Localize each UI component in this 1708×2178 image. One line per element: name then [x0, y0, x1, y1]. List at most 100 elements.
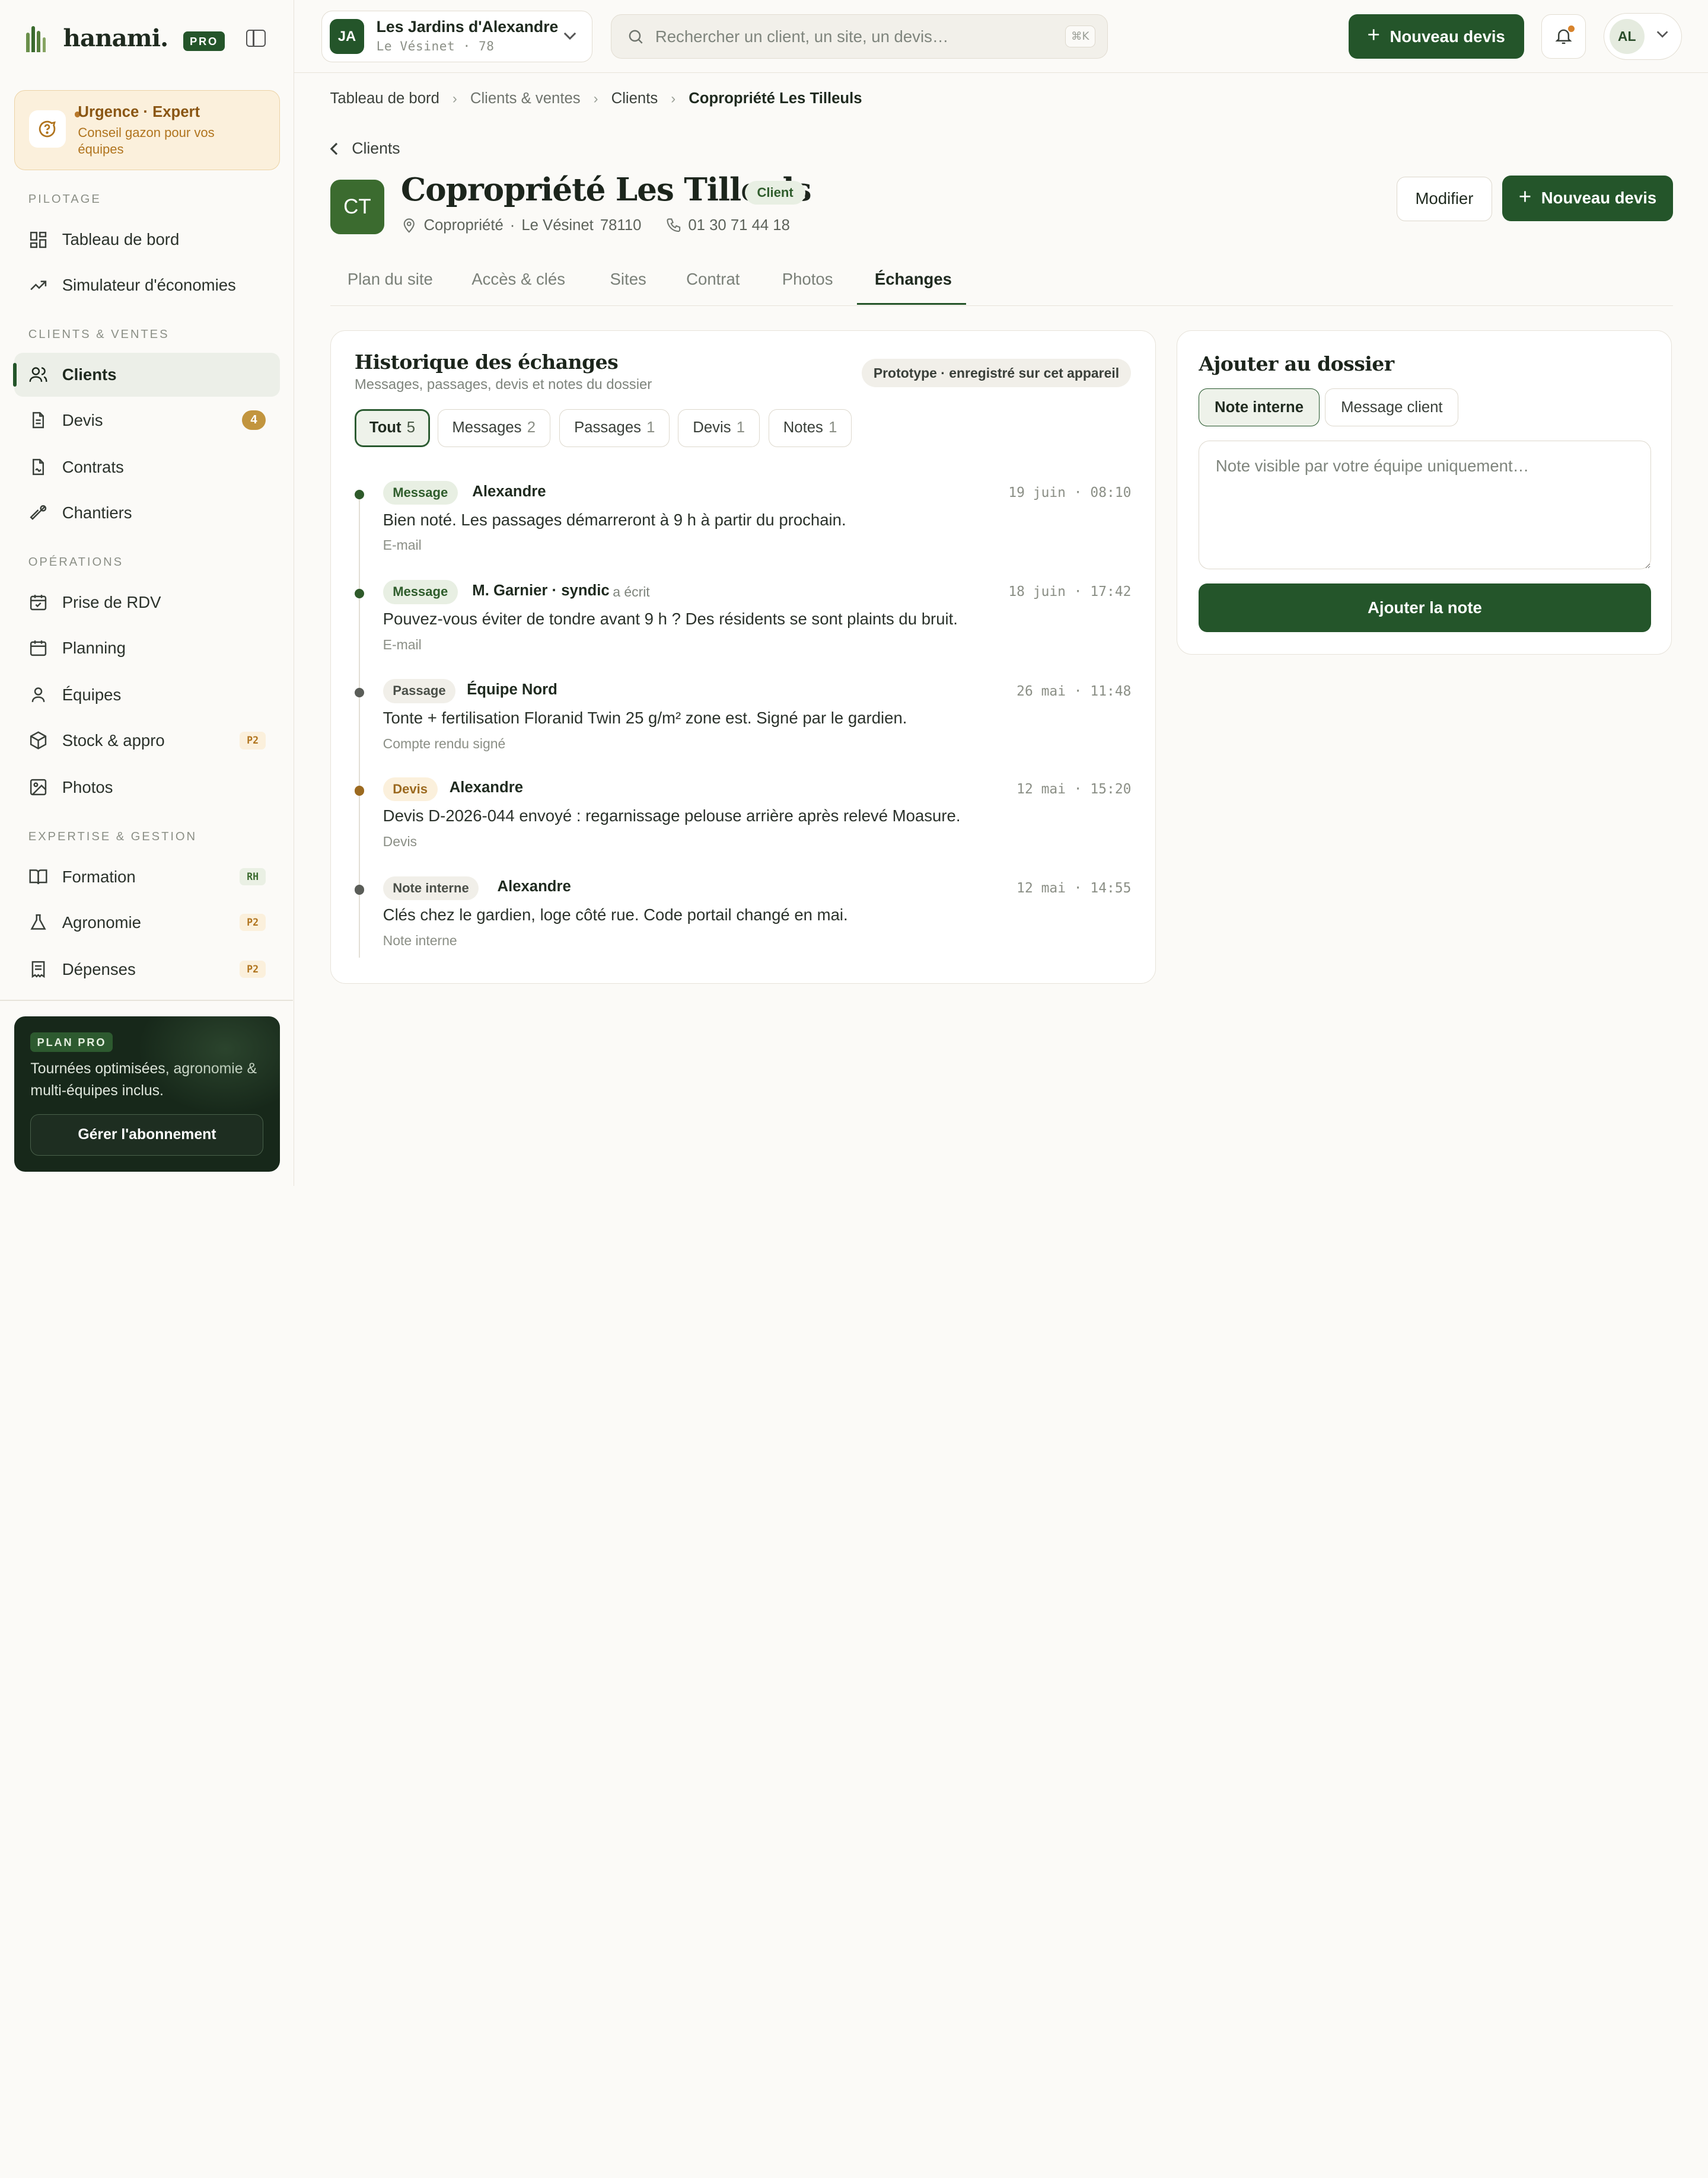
- sidebar-item-chantiers[interactable]: Chantiers: [14, 491, 280, 534]
- entry-type-badge: Passage: [383, 679, 456, 703]
- entry-source: Devis: [383, 834, 418, 850]
- filter-count: 5: [406, 419, 416, 436]
- notifications-button[interactable]: [1541, 14, 1586, 59]
- urgent-subtitle: Conseil gazon pour vos équipes: [78, 125, 215, 157]
- image-icon: [30, 779, 46, 796]
- filter-label: Devis: [693, 419, 731, 436]
- timeline-dot: [354, 588, 365, 599]
- client-tabs: Plan du site Accès & clés Sites Contrat …: [330, 257, 1674, 307]
- back-label: Clients: [352, 139, 400, 158]
- tab-acces-cles[interactable]: Accès & clés: [471, 270, 565, 289]
- breadcrumb-clients-ventes[interactable]: Clients & ventes: [470, 90, 581, 107]
- plus-icon: +: [1367, 23, 1380, 47]
- sidebar-item-label: Photos: [62, 777, 113, 796]
- segment-internal-note[interactable]: Note interne: [1199, 388, 1320, 427]
- chevron-left-icon: [330, 142, 337, 155]
- breadcrumb: Tableau de bord › Clients & ventes › Cli…: [330, 90, 862, 107]
- tab-plan-du-site[interactable]: Plan du site: [348, 270, 433, 289]
- box-icon: [30, 731, 46, 750]
- global-search[interactable]: ⌘K: [611, 14, 1108, 59]
- client-new-quote-label: Nouveau devis: [1541, 189, 1657, 208]
- search-input[interactable]: [655, 24, 1059, 49]
- topbar-new-quote-label: Nouveau devis: [1390, 27, 1505, 46]
- depenses-phase-tag: P2: [240, 960, 266, 978]
- filter-devis[interactable]: Devis 1: [678, 409, 760, 448]
- filter-passages[interactable]: Passages 1: [559, 409, 670, 448]
- sidebar-item-stock[interactable]: Stock & appro P2: [14, 719, 280, 762]
- chevron-down-icon: [564, 33, 576, 40]
- sidebar-item-photos[interactable]: Photos: [14, 766, 280, 809]
- sidebar-item-simulator[interactable]: Simulateur d'économies: [14, 263, 280, 307]
- timeline-entry: Message M. Garnier · syndic a écrit 18 j…: [331, 580, 1155, 667]
- sidebar-item-planning[interactable]: Planning: [14, 626, 280, 669]
- history-subtitle: Messages, passages, devis et notes du do…: [354, 376, 652, 393]
- search-shortcut: ⌘K: [1065, 25, 1095, 47]
- entry-author: Alexandre: [472, 483, 546, 500]
- segment-client-message[interactable]: Message client: [1325, 388, 1459, 427]
- chevron-right-icon: ›: [452, 90, 457, 107]
- filter-count: 1: [736, 419, 745, 436]
- add-note-button[interactable]: Ajouter la note: [1199, 583, 1651, 633]
- history-card: Historique des échanges Messages, passag…: [330, 330, 1156, 984]
- sidebar-item-label: Simulateur d'économies: [62, 276, 236, 295]
- manage-subscription-button[interactable]: Gérer l'abonnement: [30, 1114, 264, 1156]
- sidebar-item-depenses[interactable]: Dépenses P2: [14, 948, 280, 991]
- filter-messages[interactable]: Messages 2: [437, 409, 550, 448]
- timeline-entry: Devis Alexandre 12 mai · 15:20 Devis D-2…: [331, 777, 1155, 865]
- chevron-right-icon: ›: [593, 90, 598, 107]
- tab-contrat[interactable]: Contrat: [686, 270, 740, 289]
- add-title: Ajouter au dossier: [1199, 352, 1394, 376]
- filter-label: Messages: [452, 419, 522, 436]
- filter-notes[interactable]: Notes 1: [768, 409, 852, 448]
- sidebar-item-dashboard[interactable]: Tableau de bord: [14, 218, 280, 261]
- entry-time: 12 mai · 15:20: [1016, 781, 1132, 797]
- note-textarea[interactable]: [1199, 441, 1651, 569]
- history-title: Historique des échanges: [354, 350, 619, 374]
- back-to-clients-link[interactable]: Clients: [330, 139, 400, 158]
- edit-client-button[interactable]: Modifier: [1396, 176, 1493, 221]
- section-label-pilotage: PILOTAGE: [28, 193, 101, 206]
- brand[interactable]: hanami. PRO: [24, 24, 225, 52]
- tab-photos[interactable]: Photos: [782, 270, 833, 289]
- client-city: Le Vésinet: [521, 216, 594, 234]
- status-badge: Client: [745, 180, 805, 205]
- sidebar-item-contrats[interactable]: Contrats: [14, 445, 280, 489]
- client-new-quote-button[interactable]: + Nouveau devis: [1502, 175, 1674, 221]
- sidebar-item-agronomie[interactable]: Agronomie P2: [14, 901, 280, 944]
- org-avatar: JA: [329, 19, 365, 54]
- user-menu[interactable]: AL: [1603, 13, 1682, 60]
- breadcrumb-clients[interactable]: Clients: [611, 90, 658, 107]
- stock-phase-tag: P2: [240, 732, 266, 750]
- sidebar-item-devis[interactable]: Devis 4: [14, 398, 280, 442]
- formation-tag: RH: [240, 868, 266, 886]
- avatar: AL: [1609, 19, 1645, 54]
- tab-echanges[interactable]: Échanges: [875, 270, 952, 289]
- sidebar-collapse-icon[interactable]: [246, 29, 266, 47]
- calendar-icon: [30, 640, 46, 656]
- entry-author: Alexandre: [497, 878, 571, 895]
- tab-sites[interactable]: Sites: [610, 270, 646, 289]
- plus-icon: +: [1518, 184, 1532, 209]
- trend-icon: [30, 280, 46, 290]
- filter-label: Passages: [574, 419, 641, 436]
- sidebar-item-label: Agronomie: [62, 913, 141, 932]
- chevron-right-icon: ›: [671, 90, 676, 107]
- timeline-entry: Passage Équipe Nord 26 mai · 11:48 Tonte…: [331, 679, 1155, 766]
- entry-body: Devis D-2026-044 envoyé : regarnissage p…: [383, 806, 961, 825]
- sidebar-item-equipes[interactable]: Équipes: [14, 673, 280, 716]
- entry-source: E-mail: [383, 537, 422, 553]
- sidebar-item-rdv[interactable]: Prise de RDV: [14, 581, 280, 624]
- org-name: Les Jardins d'Alexandre: [376, 18, 559, 36]
- brand-logo-icon: [24, 24, 47, 53]
- urgent-expert-card[interactable]: Urgence · Expert Conseil gazon pour vos …: [14, 90, 281, 170]
- topbar-new-quote-button[interactable]: + Nouveau devis: [1348, 14, 1524, 59]
- entry-time: 18 juin · 17:42: [1008, 584, 1132, 600]
- breadcrumb-dashboard[interactable]: Tableau de bord: [330, 90, 439, 107]
- sidebar-item-clients[interactable]: Clients: [13, 353, 281, 397]
- organization-switcher[interactable]: JA Les Jardins d'Alexandre Le Vésinet · …: [321, 11, 593, 62]
- client-phone[interactable]: 01 30 71 44 18: [688, 217, 790, 234]
- sidebar-item-formation[interactable]: Formation RH: [14, 855, 280, 898]
- urgent-title: Urgence · Expert: [78, 104, 200, 121]
- filter-all[interactable]: Tout 5: [354, 409, 430, 448]
- section-label-operations: OPÉRATIONS: [28, 555, 124, 569]
